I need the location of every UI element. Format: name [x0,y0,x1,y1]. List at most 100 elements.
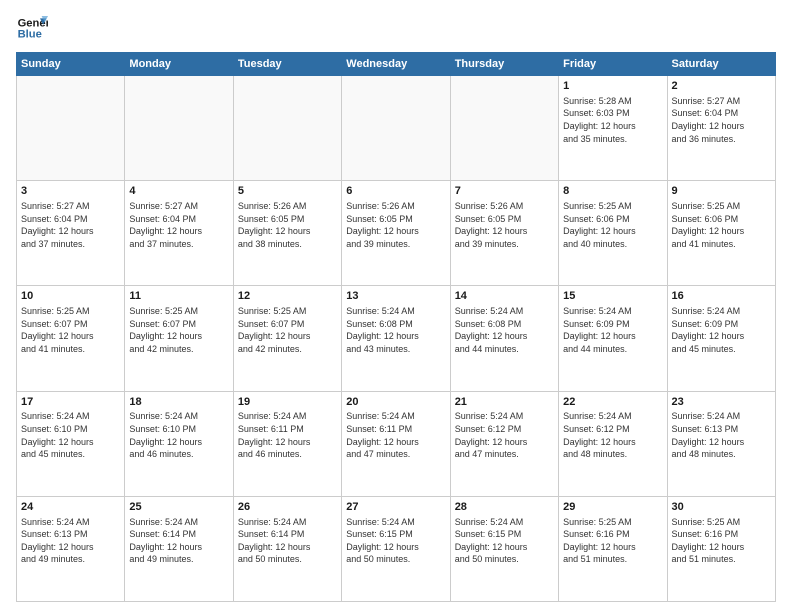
day-number: 22 [563,395,662,410]
day-info: Sunrise: 5:25 AM Sunset: 6:07 PM Dayligh… [238,305,337,355]
day-info: Sunrise: 5:27 AM Sunset: 6:04 PM Dayligh… [672,95,771,145]
day-number: 11 [129,289,228,304]
day-info: Sunrise: 5:24 AM Sunset: 6:14 PM Dayligh… [238,516,337,566]
day-number: 2 [672,79,771,94]
day-number: 24 [21,500,120,515]
day-number: 13 [346,289,445,304]
calendar-cell: 11Sunrise: 5:25 AM Sunset: 6:07 PM Dayli… [125,286,233,391]
calendar-cell: 1Sunrise: 5:28 AM Sunset: 6:03 PM Daylig… [559,76,667,181]
calendar-cell: 17Sunrise: 5:24 AM Sunset: 6:10 PM Dayli… [17,391,125,496]
logo: General Blue [16,12,48,44]
calendar-cell [342,76,450,181]
weekday-header: Thursday [450,53,558,76]
day-info: Sunrise: 5:24 AM Sunset: 6:12 PM Dayligh… [455,410,554,460]
calendar-cell: 13Sunrise: 5:24 AM Sunset: 6:08 PM Dayli… [342,286,450,391]
day-info: Sunrise: 5:25 AM Sunset: 6:16 PM Dayligh… [563,516,662,566]
calendar-body: 1Sunrise: 5:28 AM Sunset: 6:03 PM Daylig… [17,76,776,602]
day-number: 25 [129,500,228,515]
calendar-week-row: 24Sunrise: 5:24 AM Sunset: 6:13 PM Dayli… [17,496,776,601]
calendar-cell: 3Sunrise: 5:27 AM Sunset: 6:04 PM Daylig… [17,181,125,286]
day-number: 9 [672,184,771,199]
day-info: Sunrise: 5:24 AM Sunset: 6:15 PM Dayligh… [346,516,445,566]
day-number: 10 [21,289,120,304]
day-number: 4 [129,184,228,199]
calendar-week-row: 3 Sunrise: 5:27 AM Sunset: 6:04 PM Daylig… [17,181,776,286]
day-info: Sunrise: 5:24 AM Sunset: 6:09 PM Dayligh… [672,305,771,355]
day-number: 27 [346,500,445,515]
calendar-cell [125,76,233,181]
day-number: 8 [563,184,662,199]
day-info: Sunrise: 5:24 AM Sunset: 6:15 PM Dayligh… [455,516,554,566]
calendar-cell [450,76,558,181]
day-info: Sunrise: 5:28 AM Sunset: 6:03 PM Dayligh… [563,95,662,145]
weekday-header: Wednesday [342,53,450,76]
calendar-cell: 18Sunrise: 5:24 AM Sunset: 6:10 PM Dayli… [125,391,233,496]
calendar-cell: 22Sunrise: 5:24 AM Sunset: 6:12 PM Dayli… [559,391,667,496]
calendar-cell: 19Sunrise: 5:24 AM Sunset: 6:11 PM Dayli… [233,391,341,496]
day-number: 7 [455,184,554,199]
day-number: 30 [672,500,771,515]
weekday-header: Friday [559,53,667,76]
day-info: Sunrise: 5:24 AM Sunset: 6:09 PM Dayligh… [563,305,662,355]
day-info: Sunrise: 5:24 AM Sunset: 6:12 PM Dayligh… [563,410,662,460]
calendar-header-row: SundayMondayTuesdayWednesdayThursdayFrid… [17,53,776,76]
calendar-cell: 27Sunrise: 5:24 AM Sunset: 6:15 PM Dayli… [342,496,450,601]
day-info: Sunrise: 5:24 AM Sunset: 6:10 PM Dayligh… [21,410,120,460]
calendar-cell: 15Sunrise: 5:24 AM Sunset: 6:09 PM Dayli… [559,286,667,391]
weekday-header: Saturday [667,53,775,76]
weekday-header: Monday [125,53,233,76]
calendar-cell: 5Sunrise: 5:26 AM Sunset: 6:05 PM Daylig… [233,181,341,286]
calendar-cell: 30Sunrise: 5:25 AM Sunset: 6:16 PM Dayli… [667,496,775,601]
day-info: Sunrise: 5:24 AM Sunset: 6:13 PM Dayligh… [21,516,120,566]
weekday-header: Tuesday [233,53,341,76]
day-info: Sunrise: 5:24 AM Sunset: 6:13 PM Dayligh… [672,410,771,460]
calendar-cell: 23Sunrise: 5:24 AM Sunset: 6:13 PM Dayli… [667,391,775,496]
calendar-cell: 24Sunrise: 5:24 AM Sunset: 6:13 PM Dayli… [17,496,125,601]
calendar-cell: 25Sunrise: 5:24 AM Sunset: 6:14 PM Dayli… [125,496,233,601]
calendar-week-row: 10 Sunrise: 5:25 AM Sunset: 6:07 PM Dayli… [17,286,776,391]
calendar-cell: 28Sunrise: 5:24 AM Sunset: 6:15 PM Dayli… [450,496,558,601]
day-number: 23 [672,395,771,410]
day-info: Sunrise: 5:24 AM Sunset: 6:08 PM Dayligh… [455,305,554,355]
calendar-cell: 7Sunrise: 5:26 AM Sunset: 6:05 PM Daylig… [450,181,558,286]
day-number: 28 [455,500,554,515]
calendar-cell [233,76,341,181]
day-info: Sunrise: 5:24 AM Sunset: 6:14 PM Dayligh… [129,516,228,566]
calendar-cell: 4Sunrise: 5:27 AM Sunset: 6:04 PM Daylig… [125,181,233,286]
calendar-cell: 16Sunrise: 5:24 AM Sunset: 6:09 PM Dayli… [667,286,775,391]
day-info: Sunrise: 5:25 AM Sunset: 6:07 PM Dayligh… [129,305,228,355]
day-info: Sunrise: 5:24 AM Sunset: 6:08 PM Dayligh… [346,305,445,355]
day-number: 17 [21,395,120,410]
day-number: 20 [346,395,445,410]
day-number: 3 [21,184,120,199]
day-info: Sunrise: 5:24 AM Sunset: 6:10 PM Dayligh… [129,410,228,460]
day-info: Sunrise: 5:24 AM Sunset: 6:11 PM Dayligh… [238,410,337,460]
page: General Blue SundayMondayTuesdayWednesda… [0,0,792,612]
calendar-table: SundayMondayTuesdayWednesdayThursdayFrid… [16,52,776,602]
day-info: Sunrise: 5:26 AM Sunset: 6:05 PM Dayligh… [346,200,445,250]
logo-icon: General Blue [16,12,48,44]
day-number: 21 [455,395,554,410]
calendar-cell: 14Sunrise: 5:24 AM Sunset: 6:08 PM Dayli… [450,286,558,391]
day-number: 6 [346,184,445,199]
calendar-week-row: 17Sunrise: 5:24 AM Sunset: 6:10 PM Dayli… [17,391,776,496]
day-number: 18 [129,395,228,410]
day-number: 29 [563,500,662,515]
calendar-cell: 8Sunrise: 5:25 AM Sunset: 6:06 PM Daylig… [559,181,667,286]
day-info: Sunrise: 5:24 AM Sunset: 6:11 PM Dayligh… [346,410,445,460]
day-number: 12 [238,289,337,304]
day-info: Sunrise: 5:25 AM Sunset: 6:16 PM Dayligh… [672,516,771,566]
day-number: 16 [672,289,771,304]
day-info: Sunrise: 5:27 AM Sunset: 6:04 PM Dayligh… [129,200,228,250]
calendar-cell: 6Sunrise: 5:26 AM Sunset: 6:05 PM Daylig… [342,181,450,286]
calendar-cell: 9Sunrise: 5:25 AM Sunset: 6:06 PM Daylig… [667,181,775,286]
calendar-cell: 29Sunrise: 5:25 AM Sunset: 6:16 PM Dayli… [559,496,667,601]
day-info: Sunrise: 5:25 AM Sunset: 6:06 PM Dayligh… [672,200,771,250]
day-info: Sunrise: 5:26 AM Sunset: 6:05 PM Dayligh… [238,200,337,250]
calendar-week-row: 1Sunrise: 5:28 AM Sunset: 6:03 PM Daylig… [17,76,776,181]
day-number: 26 [238,500,337,515]
day-number: 5 [238,184,337,199]
calendar-cell: 12Sunrise: 5:25 AM Sunset: 6:07 PM Dayli… [233,286,341,391]
calendar-cell [17,76,125,181]
day-number: 1 [563,79,662,94]
